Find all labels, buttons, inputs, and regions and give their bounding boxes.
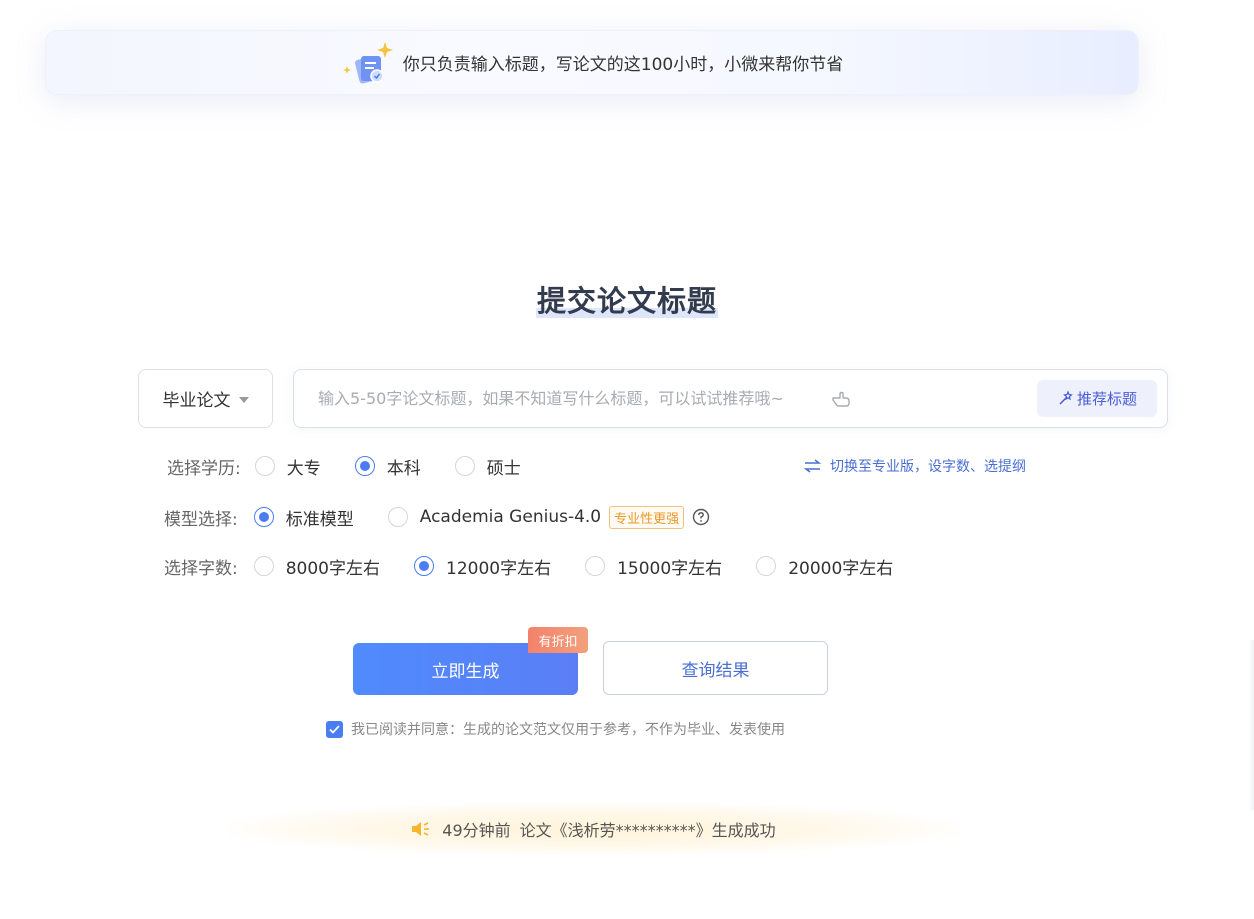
recommend-title-label: 推荐标题 bbox=[1076, 390, 1137, 408]
paper-type-value: 毕业论文 bbox=[162, 391, 231, 411]
pointing-hand-icon bbox=[831, 389, 851, 409]
word-count-option-20000[interactable]: 20000字左右 bbox=[756, 554, 893, 579]
notice-time: 49分钟前 bbox=[442, 821, 511, 840]
radio-label: 硕士 bbox=[486, 458, 521, 479]
word-count-row: 选择字数: 8000字左右 12000字左右 15000字左右 20000字左右 bbox=[164, 551, 927, 581]
model-label: 模型选择: bbox=[164, 509, 238, 530]
query-results-button[interactable]: 查询结果 bbox=[603, 641, 828, 695]
education-option-benke[interactable]: 本科 bbox=[354, 454, 421, 479]
paper-type-select[interactable]: 毕业论文 bbox=[138, 369, 273, 428]
radio-checked-icon bbox=[414, 556, 434, 576]
recommend-title-button[interactable]: 推荐标题 bbox=[1037, 380, 1157, 417]
page-title-wrap: 提交论文标题 bbox=[0, 278, 1254, 320]
radio-icon bbox=[756, 556, 777, 576]
word-count-option-12000[interactable]: 12000字左右 bbox=[414, 554, 551, 579]
switch-pro-link[interactable]: 切换至专业版，设字数、选提纲 bbox=[804, 455, 1026, 477]
magic-wand-icon bbox=[1059, 390, 1073, 405]
notice-message: 论文《浅析劳**********》生成成功 bbox=[519, 821, 776, 840]
page-edge-shadow bbox=[1248, 640, 1254, 810]
radio-label: 12000字左右 bbox=[446, 558, 552, 579]
document-sparkle-icon bbox=[341, 38, 399, 88]
title-input[interactable] bbox=[318, 370, 1018, 427]
word-count-label: 选择字数: bbox=[164, 558, 238, 579]
radio-label: Academia Genius-4.0 bbox=[419, 507, 602, 527]
education-label: 选择学历: bbox=[167, 458, 241, 479]
education-row: 选择学历: 大专 本科 硕士 bbox=[167, 451, 555, 481]
model-option-standard[interactable]: 标准模型 bbox=[253, 505, 354, 530]
discount-badge: 有折扣 bbox=[528, 627, 588, 653]
radio-icon bbox=[254, 456, 275, 476]
radio-checked-icon bbox=[253, 507, 274, 527]
word-count-option-15000[interactable]: 15000字左右 bbox=[585, 554, 722, 579]
radio-label: 本科 bbox=[386, 458, 421, 479]
radio-checked-icon bbox=[354, 456, 375, 476]
radio-label: 标准模型 bbox=[285, 509, 354, 530]
title-input-container: 推荐标题 bbox=[293, 369, 1168, 428]
radio-icon bbox=[387, 507, 408, 527]
radio-icon bbox=[253, 556, 274, 576]
switch-pro-label: 切换至专业版，设字数、选提纲 bbox=[830, 459, 1026, 475]
question-circle-icon[interactable] bbox=[692, 508, 710, 526]
radio-label: 20000字左右 bbox=[788, 558, 894, 579]
swap-arrows-icon bbox=[804, 459, 821, 473]
agreement-text: 我已阅读并同意：生成的论文范文仅用于参考，不作为毕业、发表使用 bbox=[351, 722, 785, 738]
education-option-dazhuan[interactable]: 大专 bbox=[254, 454, 321, 479]
education-option-shuoshi[interactable]: 硕士 bbox=[454, 454, 521, 479]
radio-label: 15000字左右 bbox=[617, 558, 723, 579]
banner-text: 你只负责输入标题，写论文的这100小时，小微来帮你节省 bbox=[402, 55, 844, 75]
speaker-icon bbox=[412, 822, 430, 836]
top-banner: 你只负责输入标题，写论文的这100小时，小微来帮你节省 bbox=[45, 30, 1139, 95]
generation-notice: 49分钟前 论文《浅析劳**********》生成成功 bbox=[228, 803, 958, 855]
agreement: 我已阅读并同意：生成的论文范文仅用于参考，不作为毕业、发表使用 bbox=[326, 719, 785, 739]
radio-icon bbox=[454, 456, 475, 476]
word-count-option-8000[interactable]: 8000字左右 bbox=[253, 554, 380, 579]
model-row: 模型选择: 标准模型 Academia Genius-4.0 专业性更强 bbox=[164, 502, 710, 532]
radio-icon bbox=[585, 556, 606, 576]
page-title: 提交论文标题 bbox=[535, 284, 718, 318]
chevron-down-icon bbox=[238, 396, 249, 403]
pro-tag: 专业性更强 bbox=[609, 505, 685, 529]
model-option-academia-genius[interactable]: Academia Genius-4.0 bbox=[387, 507, 602, 527]
agreement-checkbox[interactable] bbox=[326, 720, 343, 738]
radio-label: 8000字左右 bbox=[285, 558, 380, 579]
checkmark-icon bbox=[329, 724, 340, 734]
radio-label: 大专 bbox=[286, 458, 321, 479]
